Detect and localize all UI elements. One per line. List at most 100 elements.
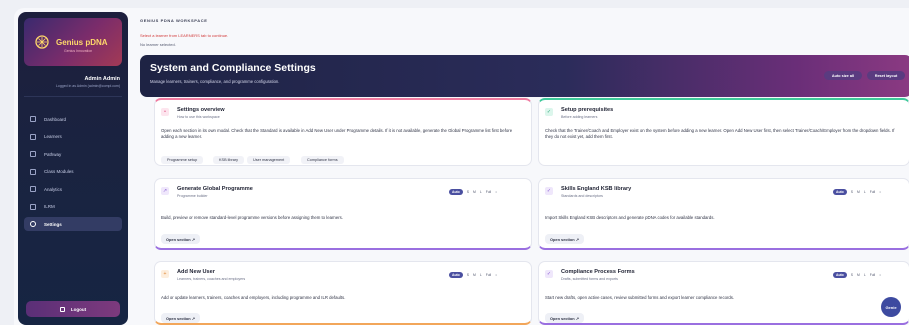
open-section-button[interactable]: Open section ↗ — [161, 234, 200, 244]
size-l-button[interactable]: L — [480, 190, 482, 194]
expand-icon[interactable]: ○ — [495, 273, 497, 277]
size-s-button[interactable]: S — [851, 273, 853, 277]
open-section-button[interactable]: Open section ↗ — [545, 313, 584, 323]
card-subtitle: Programme builder — [177, 194, 208, 198]
user-name: Admin Admin — [84, 76, 120, 82]
size-m-button[interactable]: M — [473, 273, 476, 277]
pill-compliance-forms[interactable]: Compliance forms — [301, 156, 344, 164]
card-subtitle: How to use this workspace — [177, 115, 220, 119]
main-content: GENIUS PDNA WORKSPACE Select a learner f… — [138, 8, 909, 325]
settings-overview-card: • Settings overview How to use this work… — [154, 98, 532, 166]
sidebar-item-label: Class Modules — [44, 169, 74, 174]
size-selector: Auto S M L Full ○ — [449, 189, 497, 195]
brand-name: Genius pDNA — [56, 37, 108, 47]
sidebar-item-label: Pathway — [44, 151, 62, 157]
card-title: Compliance Process Forms — [561, 269, 635, 275]
expand-icon[interactable]: ○ — [879, 190, 881, 194]
size-auto-button[interactable]: Auto — [449, 189, 463, 195]
sidebar-item-dashboard[interactable]: Dashboard — [24, 112, 122, 126]
sidebar-item-label: Learners — [44, 134, 62, 139]
learner-warning: Select a learner from LEARNERS tab to co… — [140, 33, 229, 38]
page-title: System and Compliance Settings — [150, 62, 316, 74]
checklist-icon: ✓ — [545, 108, 553, 116]
add-new-user-card: + Add New User Learners, trainers, coach… — [154, 261, 532, 325]
users-icon — [30, 133, 36, 140]
sidebar-nav: Dashboard Learners Pathway Class Modules… — [24, 112, 122, 235]
library-icon: ✓ — [545, 187, 553, 195]
size-auto-button[interactable]: Auto — [833, 272, 847, 278]
size-selector: Auto S M L Full ○ — [833, 189, 881, 195]
logout-button[interactable]: Logout — [26, 301, 120, 317]
size-m-button[interactable]: M — [857, 273, 860, 277]
size-selector: Auto S M L Full ○ — [833, 272, 881, 278]
page-banner: System and Compliance Settings Manage le… — [140, 55, 909, 97]
document-icon — [30, 203, 36, 210]
size-l-button[interactable]: L — [864, 190, 866, 194]
chart-icon — [30, 186, 36, 192]
sidebar-item-class-modules[interactable]: Class Modules — [24, 165, 122, 179]
size-s-button[interactable]: S — [467, 190, 469, 194]
expand-icon[interactable]: ○ — [879, 273, 881, 277]
brand-logo[interactable]: Genius pDNA Genius Innovation — [24, 18, 122, 66]
sidebar-item-ilrm[interactable]: ILRM — [24, 200, 122, 214]
dashboard-icon — [30, 116, 36, 122]
sidebar-item-label: Dashboard — [44, 116, 67, 122]
page-subtitle: Manage learners, trainers, compliance, a… — [150, 79, 280, 84]
reset-layout-button[interactable]: Reset layout — [867, 71, 905, 80]
compliance-forms-card: ✓ Compliance Process Forms Drafts, submi… — [538, 261, 909, 325]
gear-icon — [30, 221, 36, 227]
logout-label: Logout — [70, 306, 87, 312]
size-auto-button[interactable]: Auto — [449, 272, 463, 278]
size-m-button[interactable]: M — [857, 190, 860, 194]
logout-icon — [59, 306, 65, 312]
setup-prerequisites-card: ✓ Setup prerequisites Before adding lear… — [538, 98, 909, 166]
auto-size-all-button[interactable]: Auto size all — [824, 71, 862, 80]
sidebar-item-pathway[interactable]: Pathway — [24, 147, 122, 161]
size-auto-button[interactable]: Auto — [833, 189, 847, 195]
app-frame: Genius pDNA Genius Innovation Admin Admi… — [14, 8, 909, 325]
sidebar-item-analytics[interactable]: Analytics — [24, 182, 122, 196]
card-description: Start new drafts, open active cases, rev… — [545, 295, 735, 300]
pill-ksb-library[interactable]: KSB library — [213, 156, 244, 164]
card-title: Setup prerequisites — [561, 107, 614, 113]
sidebar-item-label: Settings — [44, 221, 62, 227]
size-s-button[interactable]: S — [467, 273, 469, 277]
size-m-button[interactable]: M — [473, 190, 476, 194]
card-subtitle: Learners, trainers, coaches and employer… — [177, 277, 246, 281]
size-full-button[interactable]: Full — [870, 190, 875, 194]
card-description: Add or update learners, trainers, coache… — [161, 295, 346, 300]
brand-mark-icon — [35, 35, 49, 49]
sidebar-item-learners[interactable]: Learners — [24, 130, 122, 144]
sidebar-item-label: ILRM — [44, 204, 55, 209]
card-title: Skills England KSB library — [561, 186, 632, 192]
assistant-fab-button[interactable]: Genie — [881, 297, 901, 317]
ksb-library-card: ✓ Skills England KSB library Standards a… — [538, 178, 909, 250]
card-description: Build, preview or remove standard-level … — [161, 215, 343, 220]
card-subtitle: Standards and descriptors — [561, 194, 603, 198]
expand-icon[interactable]: ○ — [495, 190, 497, 194]
size-s-button[interactable]: S — [851, 190, 853, 194]
card-title: Generate Global Programme — [177, 186, 253, 192]
pill-user-management[interactable]: User management — [247, 156, 291, 164]
card-description: Import Skills England KSB descriptors an… — [545, 215, 715, 220]
size-full-button[interactable]: Full — [486, 273, 491, 277]
open-section-button[interactable]: Open section ↗ — [545, 234, 584, 244]
size-l-button[interactable]: L — [864, 273, 866, 277]
brand-sub: Genius Innovation — [64, 49, 93, 53]
card-title: Settings overview — [177, 107, 225, 113]
pill-programme-setup[interactable]: Programme setup — [161, 156, 204, 164]
global-programme-card: ↗ Generate Global Programme Programme bu… — [154, 178, 532, 250]
size-l-button[interactable]: L — [480, 273, 482, 277]
no-learner-text: No learner selected. — [140, 42, 176, 47]
card-subtitle: Drafts, submitted forms and exports — [561, 277, 618, 281]
info-icon: • — [161, 108, 169, 116]
user-block: Admin Admin Logged in as Admin (admin@co… — [56, 76, 120, 88]
sidebar: Genius pDNA Genius Innovation Admin Admi… — [18, 12, 128, 325]
user-email: Logged in as Admin (admin@compl.com) — [55, 84, 120, 88]
sidebar-item-settings[interactable]: Settings — [24, 217, 122, 231]
add-user-icon: + — [161, 270, 169, 278]
size-selector: Auto S M L Full ○ — [449, 272, 497, 278]
size-full-button[interactable]: Full — [870, 273, 875, 277]
size-full-button[interactable]: Full — [486, 190, 491, 194]
open-section-button[interactable]: Open section ↗ — [161, 313, 200, 323]
